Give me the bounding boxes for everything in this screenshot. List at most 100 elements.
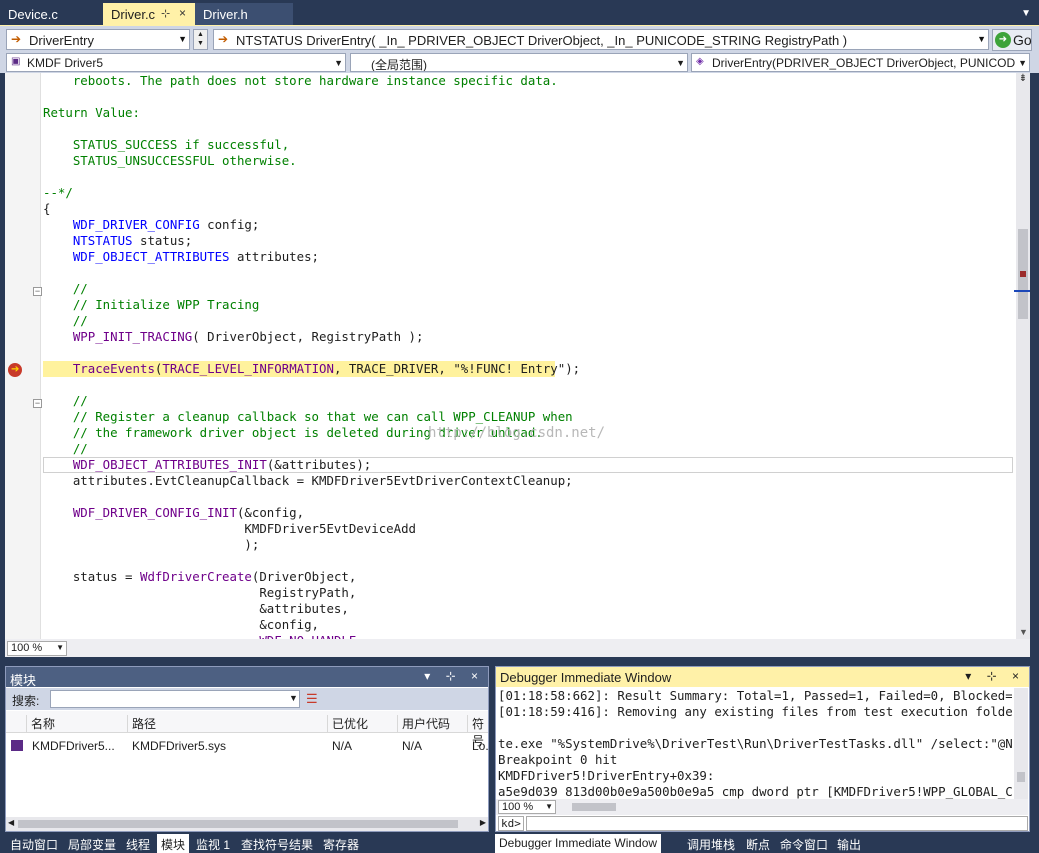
pin-icon[interactable]: ⊹ (161, 7, 170, 20)
code-token: NTSTATUS (72, 233, 133, 248)
scrollbar-thumb[interactable] (572, 803, 616, 811)
modules-table-header: 名称 路径 已优化 用户代码 符号 (6, 711, 488, 748)
code-line[interactable]: TraceEvents(TRACE_LEVEL_INFORMATION, TRA… (43, 361, 580, 377)
code-line[interactable]: status = WdfDriverCreate(DriverObject, (43, 569, 357, 585)
go-button[interactable]: ➜ Go (992, 29, 1032, 51)
code-line[interactable]: // (43, 281, 88, 297)
code-area[interactable]: reboots. The path does not store hardwar… (43, 73, 1013, 639)
column-header-user-code[interactable]: 用户代码 (397, 715, 450, 733)
column-header-symbol-status[interactable]: 符号 (467, 715, 488, 748)
code-line[interactable]: --*/ (43, 185, 73, 201)
code-line[interactable]: ); (43, 537, 259, 553)
tab-label: Driver.h (203, 7, 248, 22)
current-statement-arrow-icon: ➔ (11, 364, 20, 375)
code-line[interactable]: // Initialize WPP Tracing (43, 297, 260, 313)
code-token: WDF_OBJECT_ATTRIBUTES (72, 249, 230, 264)
tab-command-window[interactable]: 命令窗口 (780, 834, 828, 853)
tab-overflow-icon[interactable]: ▼ (1021, 8, 1031, 19)
command-input[interactable] (526, 816, 1028, 831)
code-line[interactable]: WDF_DRIVER_CONFIG config; (43, 217, 260, 233)
column-header-path[interactable]: 路径 (127, 715, 156, 733)
collapse-icon[interactable]: − (33, 399, 42, 408)
scroll-right-icon[interactable]: ▶ (480, 818, 486, 827)
code-line[interactable]: // (43, 313, 88, 329)
zoom-combo[interactable]: 100 % ▼ (498, 800, 556, 814)
signature-combo[interactable]: ➔ NTSTATUS DriverEntry( _In_ PDRIVER_OBJ… (213, 29, 989, 50)
code-token: &attributes, (43, 601, 349, 616)
scrollbar-thumb[interactable] (1017, 772, 1025, 782)
tab-find-symbol-results[interactable]: 查找符号结果 (241, 834, 313, 853)
column-header-optimized[interactable]: 已优化 (327, 715, 368, 733)
code-token: reboots. The path does not store hardwar… (43, 73, 558, 88)
member-combo[interactable]: ◈ DriverEntry(PDRIVER_OBJECT DriverObjec… (691, 53, 1030, 72)
tab-call-stack[interactable]: 调用堆栈 (687, 834, 735, 853)
code-token: WDF_DRIVER_CONFIG_INIT (72, 505, 237, 520)
tab-driver-c[interactable]: Driver.c ⊹ × (103, 3, 195, 25)
code-line[interactable]: // Register a cleanup callback so that w… (43, 409, 573, 425)
table-row[interactable]: KMDFDriver5... KMDFDriver5.sys N/A N/A L… (6, 737, 488, 755)
code-line[interactable]: &attributes, (43, 601, 349, 617)
code-token: WDF_DRIVER_CONFIG (72, 217, 200, 232)
code-line[interactable]: // (43, 441, 88, 457)
editor-gutter[interactable]: ➔ − − (5, 73, 42, 639)
tab-output[interactable]: 输出 (837, 834, 861, 853)
tab-modules[interactable]: 模块 (157, 834, 190, 853)
tab-registers[interactable]: 寄存器 (323, 834, 359, 853)
column-header-name[interactable]: 名称 (26, 715, 55, 733)
zoom-combo[interactable]: 100 % ▼ (7, 641, 67, 656)
code-line[interactable]: // (43, 393, 88, 409)
code-line[interactable]: { (43, 201, 50, 217)
code-line[interactable]: KMDFDriver5EvtDeviceAdd (43, 521, 416, 537)
tab-threads[interactable]: 线程 (126, 834, 150, 853)
module-symbol-status: Lo... (472, 739, 488, 753)
code-line[interactable]: STATUS_UNSUCCESSFUL otherwise. (43, 153, 297, 169)
code-line[interactable]: Return Value: (43, 105, 140, 121)
scrollbar-thumb[interactable] (18, 820, 458, 828)
clear-search-icon[interactable]: ☰ (306, 691, 318, 707)
tab-immediate-window[interactable]: Debugger Immediate Window (495, 834, 662, 853)
tab-device-c[interactable]: Device.c (0, 3, 103, 25)
scroll-down-icon[interactable]: ▼ (1019, 627, 1028, 637)
tab-locals[interactable]: 局部变量 (68, 834, 116, 853)
code-editor[interactable]: ➔ − − reboots. The path does not store h… (5, 73, 1016, 639)
panel-window-buttons[interactable]: ▾ ⊹ × (424, 669, 484, 683)
stack-frame-spinner[interactable]: ▲ ▼ (193, 29, 208, 50)
search-input[interactable] (50, 690, 300, 708)
code-token: (&config, (236, 505, 305, 520)
tab-breakpoints[interactable]: 断点 (746, 834, 770, 853)
code-line[interactable]: WDF_DRIVER_CONFIG_INIT(&config, (43, 505, 304, 521)
close-icon[interactable]: × (179, 6, 186, 20)
code-line[interactable]: WDF_OBJECT_ATTRIBUTES_INIT(&attributes); (43, 457, 371, 473)
code-line[interactable]: WPP_INIT_TRACING( DriverObject, Registry… (43, 329, 424, 345)
editor-vertical-scrollbar[interactable]: ⇟ ▼ (1014, 73, 1030, 639)
split-window-icon[interactable]: ⇟ (1016, 73, 1030, 89)
tab-autos[interactable]: 自动窗口 (10, 834, 58, 853)
code-line[interactable]: RegistryPath, (43, 585, 356, 601)
code-line[interactable]: &config, (43, 617, 319, 633)
code-line[interactable]: attributes.EvtCleanupCallback = KMDFDriv… (43, 473, 573, 489)
vertical-scrollbar[interactable] (1014, 688, 1028, 800)
output-line: [01:18:59:416]: Removing any existing fi… (498, 704, 1012, 719)
code-line[interactable]: reboots. The path does not store hardwar… (43, 73, 558, 89)
breakpoint-icon[interactable]: ➔ (8, 363, 22, 377)
chevron-down-icon: ▼ (676, 58, 685, 68)
chevron-down-icon[interactable]: ▼ (289, 693, 298, 703)
code-token: ); (565, 361, 581, 376)
collapse-icon[interactable]: − (33, 287, 42, 296)
code-line[interactable]: WDF_OBJECT_ATTRIBUTES attributes; (43, 249, 319, 265)
project-combo[interactable]: ▣ KMDF Driver5 ▼ (6, 53, 346, 72)
scroll-left-icon[interactable]: ◀ (8, 818, 14, 827)
code-line[interactable]: STATUS_SUCCESS if successful, (43, 137, 289, 153)
code-line[interactable]: NTSTATUS status; (43, 233, 192, 249)
horizontal-scrollbar[interactable]: ◀ ▶ (6, 817, 488, 831)
function-combo[interactable]: ➔ DriverEntry ▼ (6, 29, 190, 50)
immediate-output[interactable]: [01:18:58:662]: Result Summary: Total=1,… (498, 688, 1012, 800)
tab-driver-h[interactable]: Driver.h (195, 3, 293, 25)
tab-watch-1[interactable]: 监视 1 (196, 834, 230, 853)
panel-window-buttons[interactable]: ▾ ⊹ × (965, 669, 1025, 683)
scope-combo[interactable]: (全局范围) ▼ (350, 53, 688, 72)
output-line: [01:18:58:662]: Result Summary: Total=1,… (498, 688, 1012, 703)
kd-prompt: kd> (498, 816, 524, 831)
